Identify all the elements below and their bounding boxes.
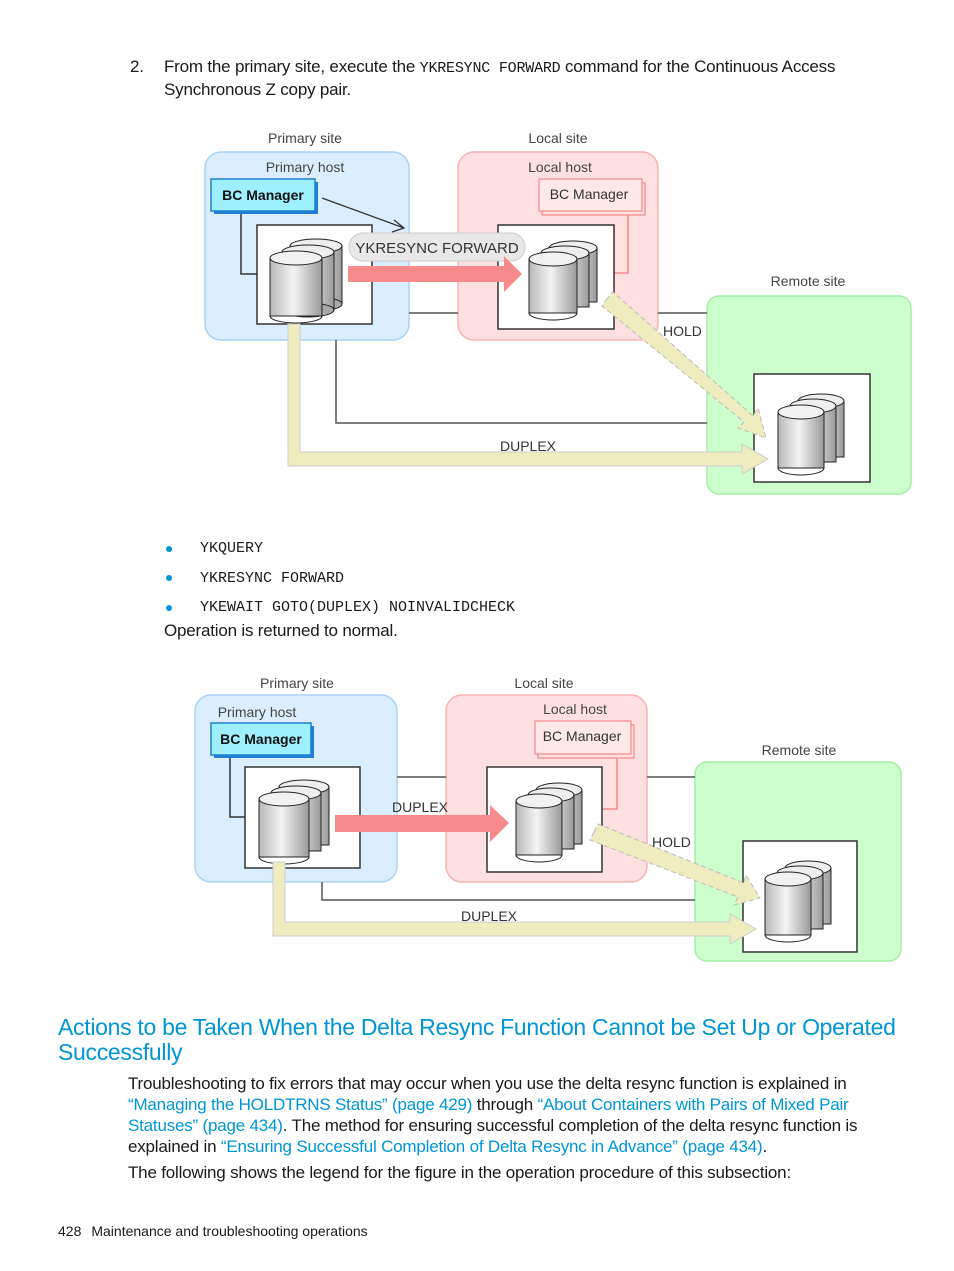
page-footer: 428 Maintenance and troubleshooting opera…	[58, 1223, 368, 1239]
link-line	[321, 882, 695, 901]
primary-site-label: Primary site	[260, 675, 334, 691]
local-site-label: Local site	[528, 130, 587, 146]
page-number: 428	[58, 1223, 82, 1239]
section-paragraph: Troubleshooting to fix errors that may o…	[128, 1073, 888, 1157]
duplex-label: DUPLEX	[500, 438, 557, 454]
para-text: Troubleshooting to fix errors that may o…	[128, 1074, 847, 1093]
diagram-normal-operation: Primary site Local site Remote site Prim…	[194, 675, 902, 962]
command-text: YKQUERY	[200, 540, 264, 558]
bc-manager-primary-label: BC Manager	[222, 187, 304, 203]
list-item: YKRESYNC FORWARD	[164, 564, 515, 594]
list-item: YKQUERY	[164, 534, 515, 564]
bc-manager-local-label: BC Manager	[550, 186, 629, 202]
command-text: YKEWAIT GOTO(DUPLEX) NOINVALIDCHECK	[200, 599, 516, 617]
link-ensuring-completion[interactable]: “Ensuring Successful Completion of Delta…	[221, 1137, 763, 1156]
para-text: through	[472, 1095, 538, 1114]
remote-site-label: Remote site	[771, 273, 846, 289]
local-host-label: Local host	[543, 701, 607, 717]
hold-label: HOLD	[652, 834, 691, 850]
remote-site-label: Remote site	[762, 742, 837, 758]
link-line	[335, 340, 707, 424]
command-list: YKQUERY YKRESYNC FORWARD YKEWAIT GOTO(DU…	[164, 534, 515, 623]
primary-host-label: Primary host	[266, 159, 345, 175]
bullet-icon	[166, 575, 172, 582]
diagram-resync-forward: Primary site Local site Remote site Prim…	[204, 130, 912, 495]
local-host-label: Local host	[528, 159, 592, 175]
primary-host-label: Primary host	[218, 704, 297, 720]
bc-manager-primary-label: BC Manager	[220, 731, 302, 747]
bullet-icon	[166, 604, 172, 611]
legend-intro-paragraph: The following shows the legend for the f…	[128, 1163, 791, 1182]
operation-normal-text: Operation is returned to normal.	[164, 621, 398, 640]
section-heading: Actions to be Taken When the Delta Resyn…	[58, 1014, 896, 1065]
link-managing-holdtrns[interactable]: “Managing the HOLDTRNS Status” (page 429…	[128, 1095, 472, 1114]
duplex-label: DUPLEX	[461, 908, 518, 924]
footer-title: Maintenance and troubleshooting operatio…	[91, 1223, 368, 1239]
primary-site-label: Primary site	[268, 130, 342, 146]
bc-manager-local-label: BC Manager	[543, 728, 622, 744]
duplex-top-label: DUPLEX	[392, 799, 449, 815]
local-site-label: Local site	[514, 675, 573, 691]
command-bubble-label: YKRESYNC FORWARD	[355, 240, 519, 257]
para-text: .	[762, 1137, 768, 1156]
list-item: YKEWAIT GOTO(DUPLEX) NOINVALIDCHECK	[164, 593, 515, 623]
hold-label: HOLD	[663, 323, 702, 339]
bullet-icon	[166, 545, 172, 552]
command-text: YKRESYNC FORWARD	[200, 569, 345, 587]
